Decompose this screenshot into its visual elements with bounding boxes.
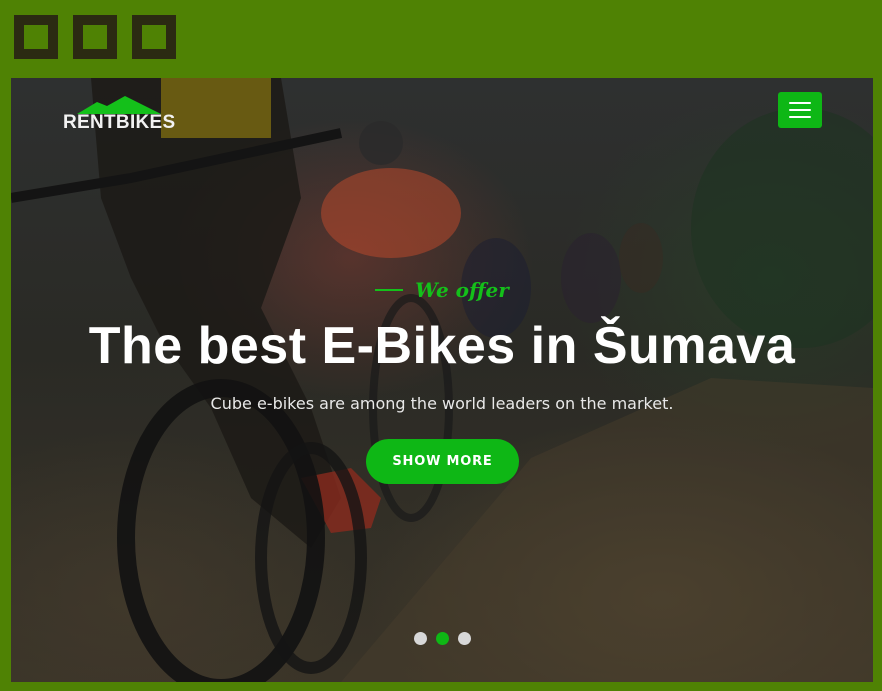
carousel-dot-2[interactable] <box>435 632 449 645</box>
eyebrow-text: We offer <box>415 278 509 302</box>
hero-headline: The best E-Bikes in Šumava <box>88 317 796 375</box>
show-more-button[interactable]: SHOW MORE <box>366 439 519 484</box>
brand-name: RENTBIKES <box>63 112 176 133</box>
carousel-dot-3[interactable] <box>457 632 471 645</box>
window-button-1[interactable] <box>14 15 58 59</box>
hero-eyebrow: We offer <box>11 278 873 302</box>
hero-subline: Cube e-bikes are among the world leaders… <box>210 394 674 413</box>
hero-slider: RENTBIKES We offer The best E-Bikes in Š… <box>11 78 873 682</box>
hamburger-menu-icon <box>789 102 811 104</box>
carousel-pagination <box>11 632 873 645</box>
menu-toggle-button[interactable] <box>778 92 822 128</box>
hero-background-photo <box>11 78 873 682</box>
square-button-icon <box>142 25 166 49</box>
square-button-icon <box>83 25 107 49</box>
eyebrow-divider <box>375 289 404 291</box>
window-button-3[interactable] <box>132 15 176 59</box>
carousel-dot-1[interactable] <box>413 632 427 645</box>
square-button-icon <box>24 25 48 49</box>
window-button-2[interactable] <box>73 15 117 59</box>
brand-logo[interactable]: RENTBIKES <box>63 96 175 136</box>
window-controls <box>14 15 176 59</box>
